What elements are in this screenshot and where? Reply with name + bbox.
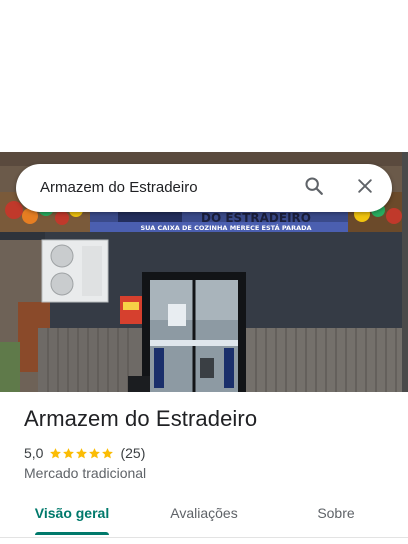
place-sheet: DO ESTRADEIRO SUA CAIXA DE COZINHA MEREC… [0, 0, 408, 544]
rating-value: 5,0 [24, 445, 44, 461]
rating-row[interactable]: 5,0 (25) [24, 444, 145, 462]
star-icon [101, 447, 114, 460]
close-icon [355, 176, 375, 201]
star-icon [62, 447, 75, 460]
star-icon [75, 447, 88, 460]
tab-label: Avaliações [170, 505, 238, 521]
place-title: Armazem do Estradeiro [24, 406, 258, 431]
place-category: Mercado tradicional [24, 465, 147, 481]
tab-bar: Visão geral Avaliações Sobre [0, 492, 408, 538]
tab-label: Sobre [317, 505, 355, 521]
tab-reviews[interactable]: Avaliações [152, 492, 256, 536]
review-count: (25) [120, 445, 146, 461]
star-rating [49, 447, 114, 460]
active-tab-indicator [35, 532, 109, 535]
search-button[interactable] [298, 172, 330, 204]
star-icon [88, 447, 101, 460]
sign-tagline: SUA CAIXA DE COZINHA MERECE ESTÁ PARADA [140, 223, 311, 232]
search-input[interactable]: Armazem do Estradeiro [40, 164, 198, 212]
close-button[interactable] [349, 172, 381, 204]
search-icon [303, 175, 325, 202]
tab-overview[interactable]: Visão geral [20, 492, 124, 536]
star-icon [49, 447, 62, 460]
tab-about[interactable]: Sobre [296, 492, 376, 536]
search-bar[interactable]: Armazem do Estradeiro [16, 164, 392, 212]
tab-label: Visão geral [34, 505, 110, 521]
